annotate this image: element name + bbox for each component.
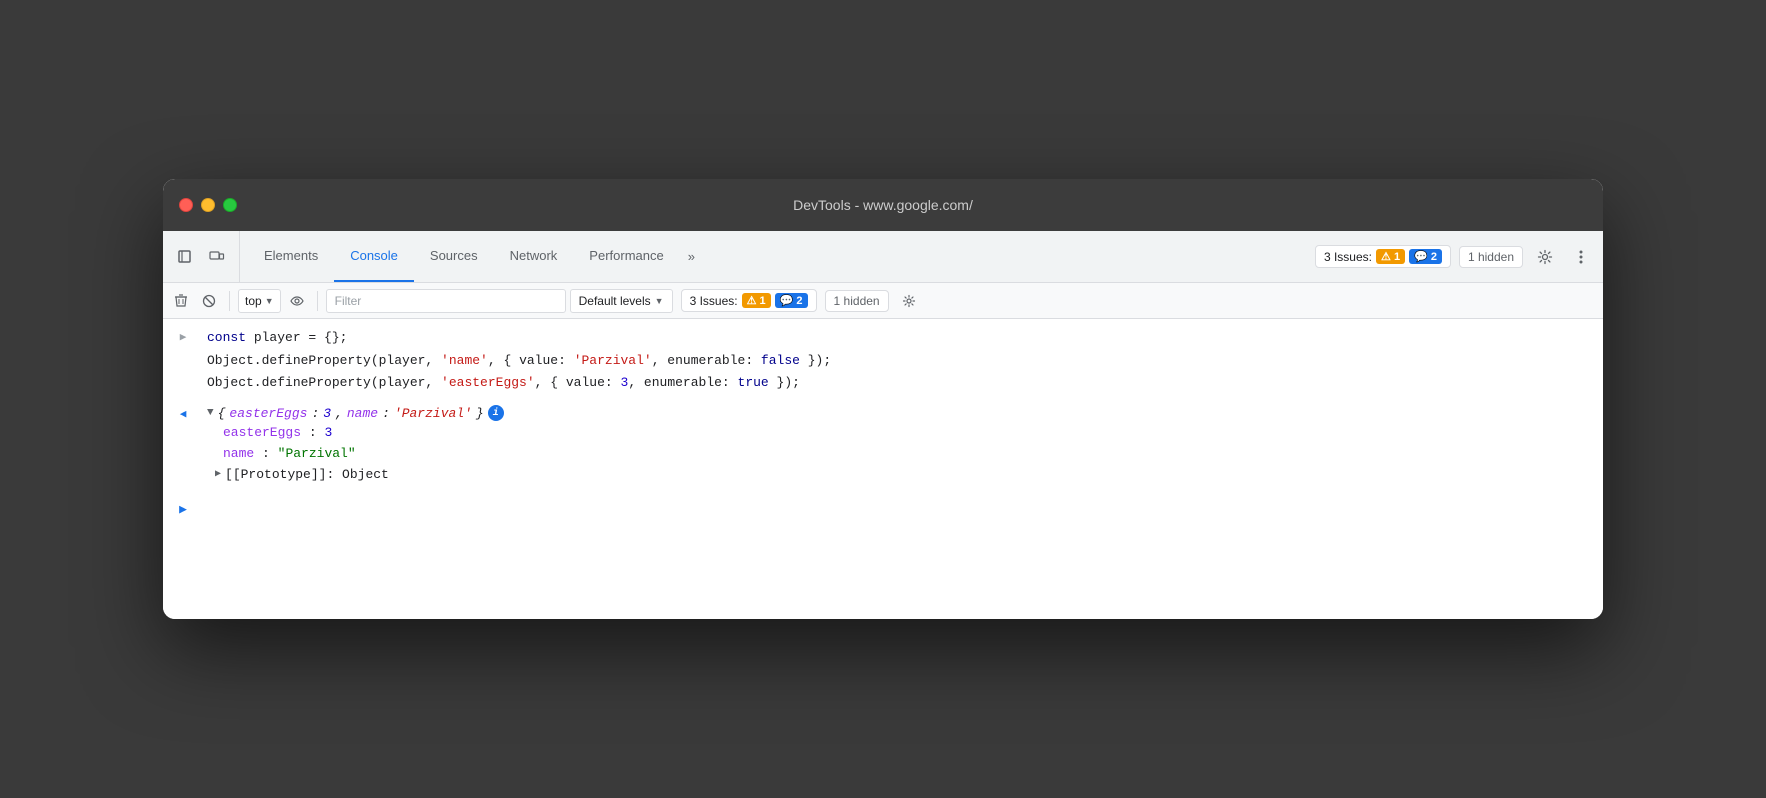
warn-badge: ⚠ 1 [1376, 249, 1405, 264]
settings-button[interactable] [1531, 243, 1559, 271]
close-button[interactable] [179, 198, 193, 212]
console-hidden-badge[interactable]: 1 hidden [825, 290, 889, 312]
code-varname: player = {}; [254, 330, 348, 345]
console-warn-badge: ⚠ 1 [742, 293, 771, 308]
prop-name: name : "Parzival" [163, 444, 389, 465]
console-output-obj-line: ◀ ▼ { easterEggs : 3 , name : 'Parzival'… [163, 403, 1603, 488]
tab-console[interactable]: Console [334, 231, 414, 282]
issues-badge[interactable]: 3 Issues: ⚠ 1 💬 2 [1315, 245, 1451, 268]
console-continuation-content-1: Object.defineProperty(player, 'name', { … [203, 351, 1595, 371]
obj-name-key: name [347, 404, 378, 424]
tab-performance[interactable]: Performance [573, 231, 679, 282]
obj-name-val: 'Parzival' [394, 404, 472, 424]
console-issues-badge[interactable]: 3 Issues: ⚠ 1 💬 2 [681, 289, 817, 312]
prototype-line: ▶ [[Prototype]]: Object [163, 465, 389, 486]
obj-eastereggs-key: easterEggs [229, 404, 307, 424]
devtools-container: Elements Console Sources Network Perform… [163, 231, 1603, 619]
tab-bar-tools [171, 231, 240, 282]
code-1-part1: Object.defineProperty(player, [207, 353, 441, 368]
separator-2 [317, 291, 318, 311]
devtools-window: DevTools - www.google.com/ [163, 179, 1603, 619]
output-gutter: ◀ [163, 405, 203, 421]
code-1-part2: , { value: [488, 353, 574, 368]
tab-bar: Elements Console Sources Network Perform… [163, 231, 1603, 283]
obj-eastereggs-val: 3 [323, 404, 331, 424]
obj-info-icon[interactable]: i [488, 405, 504, 421]
code-1-bool: false [761, 353, 800, 368]
device-toggle-button[interactable] [203, 243, 231, 271]
prop-eastereggs-key: easterEggs [223, 425, 301, 440]
prompt-gutter: ▶ [163, 502, 203, 517]
context-selector[interactable]: top ▼ [238, 289, 281, 313]
filter-input[interactable] [326, 289, 566, 313]
code-1-str2: 'Parzival' [574, 353, 652, 368]
prop-name-value: "Parzival" [278, 446, 356, 461]
hidden-badge[interactable]: 1 hidden [1459, 246, 1523, 268]
code-2-part4: }); [769, 375, 800, 390]
minimize-button[interactable] [201, 198, 215, 212]
continuation-gutter-2 [163, 373, 203, 375]
log-level-selector[interactable]: Default levels ▼ [570, 289, 673, 313]
collapse-arrow-icon[interactable]: ▼ [207, 405, 214, 422]
console-continuation-line-2: Object.defineProperty(player, 'easterEgg… [163, 372, 1603, 395]
code-1-str1: 'name' [441, 353, 488, 368]
code-2-bool: true [738, 375, 769, 390]
prototype-expand-icon[interactable]: ▶ [215, 467, 221, 483]
console-continuation-content-2: Object.defineProperty(player, 'easterEgg… [203, 373, 1595, 393]
chevron-down-icon: ▼ [265, 296, 274, 306]
issues-label: 3 Issues: [690, 294, 738, 308]
maximize-button[interactable] [223, 198, 237, 212]
code-2-part2: , { value: [535, 375, 621, 390]
more-options-button[interactable] [1567, 243, 1595, 271]
console-input-content: const player = {}; [203, 328, 1595, 348]
prop-eastereggs: easterEggs : 3 [163, 423, 389, 444]
code-1-part3: , enumerable: [652, 353, 761, 368]
output-arrow-icon: ◀ [180, 407, 187, 421]
console-continuation-line-1: Object.defineProperty(player, 'name', { … [163, 350, 1603, 373]
prop-name-key: name [223, 446, 254, 461]
console-toolbar: top ▼ Default levels ▼ 3 Issues: ⚠ 1 💬 2 [163, 283, 1603, 319]
warn-icon: ⚠ [1381, 251, 1391, 263]
expand-arrow-icon[interactable]: ▶ [180, 330, 187, 344]
issues-label: 3 Issues: [1324, 250, 1372, 264]
titlebar: DevTools - www.google.com/ [163, 179, 1603, 231]
console-output: ▶ const player = {}; Object.defineProper… [163, 319, 1603, 619]
obj-expanded-props: easterEggs : 3 name : "Parzival" ▶ [[Pro… [163, 423, 389, 485]
prop-eastereggs-value: 3 [324, 425, 332, 440]
code-2-part3: , enumerable: [628, 375, 737, 390]
info-badge: 💬 2 [1409, 249, 1442, 264]
continuation-gutter-1 [163, 351, 203, 353]
output-obj-summary: ▼ { easterEggs : 3 , name : 'Parzival' }… [203, 404, 504, 424]
code-1-part4: }); [800, 353, 831, 368]
clear-console-button[interactable] [169, 289, 193, 313]
tab-elements[interactable]: Elements [248, 231, 334, 282]
code-2-part1: Object.defineProperty(player, [207, 375, 441, 390]
traffic-lights [179, 198, 237, 212]
keyword-const: const [207, 330, 254, 345]
window-title: DevTools - www.google.com/ [793, 197, 973, 213]
more-tabs-button[interactable]: » [680, 231, 703, 282]
tab-network[interactable]: Network [494, 231, 574, 282]
code-2-str1: 'easterEggs' [441, 375, 535, 390]
console-prompt-line[interactable]: ▶ [163, 495, 1603, 523]
chevron-down-icon: ▼ [655, 296, 664, 306]
prompt-arrow-icon: ▶ [179, 502, 187, 517]
prototype-label: [[Prototype]]: Object [225, 465, 389, 486]
tab-sources[interactable]: Sources [414, 231, 494, 282]
console-input-area[interactable] [203, 499, 1603, 519]
console-info-badge: 💬 2 [775, 293, 808, 308]
input-gutter: ▶ [163, 328, 203, 344]
info-icon: 💬 [1414, 251, 1428, 263]
tabs-container: Elements Console Sources Network Perform… [248, 231, 1307, 282]
tab-bar-right: 3 Issues: ⚠ 1 💬 2 1 hidden [1307, 231, 1595, 282]
console-settings-button[interactable] [897, 289, 921, 313]
console-input-line: ▶ const player = {}; [163, 327, 1603, 350]
stop-button[interactable] [197, 289, 221, 313]
inspect-element-button[interactable] [171, 243, 199, 271]
separator-1 [229, 291, 230, 311]
eye-icon-button[interactable] [285, 289, 309, 313]
